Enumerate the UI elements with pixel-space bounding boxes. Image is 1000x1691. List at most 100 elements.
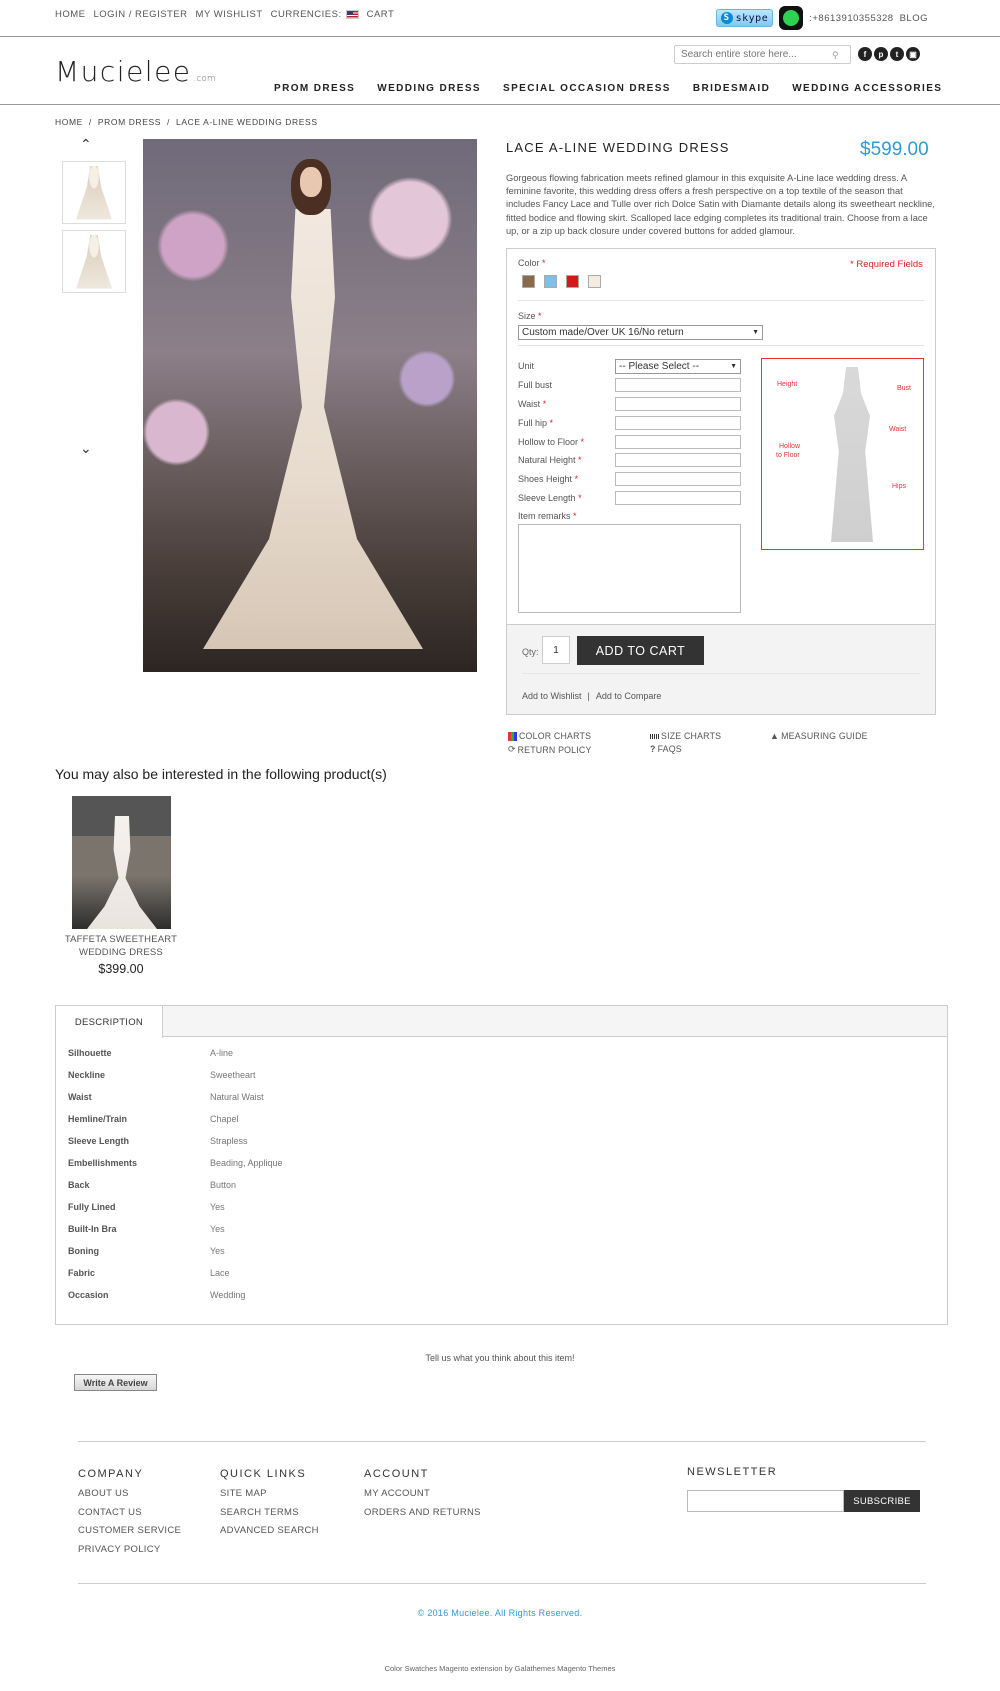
cart-link[interactable]: CART — [367, 9, 395, 20]
whatsapp-icon[interactable] — [779, 6, 804, 30]
top-bar: HOME LOGIN / REGISTER MY WISHLIST CURREN… — [0, 0, 1000, 37]
item-remarks-textarea[interactable] — [518, 524, 741, 613]
nav-special-occasion-dress[interactable]: SPECIAL OCCASION DRESS — [503, 83, 671, 94]
dress-shape — [87, 816, 157, 929]
footer-company: COMPANY ABOUT US CONTACT US CUSTOMER SER… — [78, 1468, 181, 1562]
site-logo[interactable]: Mucielee .com — [55, 55, 216, 88]
nav-wedding-dress[interactable]: WEDDING DRESS — [377, 83, 481, 94]
top-links: HOME LOGIN / REGISTER MY WISHLIST CURREN… — [55, 9, 394, 20]
attribute-value: Sweetheart — [210, 1070, 256, 1080]
natural-height-label: Natural Height * — [518, 455, 582, 465]
main-product-image[interactable] — [143, 139, 477, 672]
nav-prom-dress[interactable]: PROM DRESS — [274, 83, 355, 94]
thumbnail-back[interactable] — [62, 230, 126, 293]
chevron-down-icon[interactable]: ⌄ — [80, 440, 92, 457]
related-product-image[interactable] — [72, 796, 171, 929]
size-value: Custom made/Over UK 16/No return — [522, 327, 684, 338]
thumbnail-front[interactable] — [62, 161, 126, 224]
newsletter-email-input[interactable] — [687, 1490, 844, 1512]
waist-input[interactable] — [615, 397, 741, 411]
chart-label-hips: Hips — [892, 483, 907, 490]
size-charts-link[interactable]: SIZE CHARTS — [650, 731, 721, 741]
related-product-name[interactable]: TAFFETA SWEETHEART WEDDING DRESS — [56, 933, 186, 959]
facebook-icon[interactable]: f — [858, 47, 872, 61]
pinterest-icon[interactable]: p — [874, 47, 888, 61]
breadcrumb-separator: / — [88, 117, 92, 127]
wishlist-link[interactable]: MY WISHLIST — [196, 9, 263, 20]
footer-link-about-us[interactable]: ABOUT US — [78, 1488, 181, 1499]
nav-bridesmaid[interactable]: BRIDESMAID — [693, 83, 770, 94]
footer-link-orders-returns[interactable]: ORDERS AND RETURNS — [364, 1507, 481, 1518]
us-flag-icon — [345, 10, 359, 19]
natural-height-label-text: Natural Height — [518, 455, 576, 465]
breadcrumb-separator: / — [167, 117, 170, 127]
shoes-height-input[interactable] — [615, 472, 741, 486]
home-link[interactable]: HOME — [55, 9, 86, 20]
sleeve-length-input[interactable] — [615, 491, 741, 505]
twitter-icon[interactable]: t — [890, 47, 904, 61]
natural-height-input[interactable] — [615, 453, 741, 467]
attribute-value: Chapel — [210, 1114, 239, 1124]
skype-button[interactable]: Sskype — [715, 9, 774, 27]
breadcrumb-prom-dress[interactable]: PROM DRESS — [98, 117, 161, 127]
cart-links: Add to Wishlist | Add to Compare — [522, 691, 661, 701]
footer-divider — [78, 1583, 926, 1584]
color-label: Color * — [518, 258, 546, 268]
nav-wedding-accessories[interactable]: WEDDING ACCESSORIES — [792, 83, 942, 94]
footer-link-customer-service[interactable]: CUSTOMER SERVICE — [78, 1525, 181, 1536]
sleeve-length-label-text: Sleeve Length — [518, 493, 576, 503]
dress-shape — [203, 209, 423, 649]
color-charts-link[interactable]: COLOR CHARTS — [508, 731, 591, 741]
footer-divider — [78, 1441, 926, 1442]
add-to-cart-button[interactable]: ADD TO CART — [577, 636, 704, 665]
full-hip-input[interactable] — [615, 416, 741, 430]
required-asterisk: * — [573, 511, 577, 521]
required-asterisk: * — [578, 493, 582, 503]
instagram-icon[interactable]: ▣ — [906, 47, 920, 61]
swatch-2[interactable] — [544, 275, 557, 288]
add-to-compare-link[interactable]: Add to Compare — [596, 691, 662, 701]
footer-link-contact-us[interactable]: CONTACT US — [78, 1507, 181, 1518]
hollow-to-floor-input[interactable] — [615, 435, 741, 449]
attribute-key: Waist — [68, 1092, 92, 1102]
copyright: © 2016 Mucielee. All Rights Reserved. — [417, 1608, 583, 1618]
return-policy-label: RETURN POLICY — [517, 744, 592, 755]
swatch-4[interactable] — [588, 275, 601, 288]
search-icon[interactable]: ⚲ — [832, 50, 839, 61]
tab-description[interactable]: DESCRIPTION — [56, 1006, 163, 1038]
measuring-guide-link[interactable]: ▲ MEASURING GUIDE — [770, 731, 868, 741]
tab-bar — [56, 1006, 947, 1037]
search-input[interactable] — [674, 45, 851, 64]
unit-value: -- Please Select -- — [619, 361, 700, 372]
phone-number: :+8613910355328 — [809, 12, 894, 24]
footer-link-privacy-policy[interactable]: PRIVACY POLICY — [78, 1544, 181, 1555]
blog-link[interactable]: BLOG — [900, 13, 928, 24]
return-policy-link[interactable]: ⟳ RETURN POLICY — [508, 744, 592, 755]
attribute-row: Built-In Bra Yes — [68, 1224, 225, 1234]
unit-select[interactable]: -- Please Select -- ▼ — [615, 359, 741, 374]
swatch-3[interactable] — [566, 275, 579, 288]
subscribe-button[interactable]: SUBSCRIBE — [844, 1490, 920, 1512]
chart-label-bust: Bust — [897, 385, 912, 392]
size-select[interactable]: Custom made/Over UK 16/No return ▼ — [518, 325, 763, 340]
breadcrumb-home[interactable]: HOME — [55, 117, 83, 127]
footer-link-search-terms[interactable]: SEARCH TERMS — [220, 1507, 319, 1518]
question-icon: ? — [650, 744, 656, 754]
theme-credit[interactable]: Color Swatches Magento extension by Gala… — [0, 1664, 1000, 1673]
swatch-1[interactable] — [522, 275, 535, 288]
login-register-link[interactable]: LOGIN / REGISTER — [94, 9, 188, 20]
footer-account: ACCOUNT MY ACCOUNT ORDERS AND RETURNS — [364, 1468, 481, 1525]
currency-selector[interactable]: CURRENCIES: — [271, 9, 359, 20]
attribute-value: Wedding — [210, 1290, 246, 1300]
related-products-heading: You may also be interested in the follow… — [55, 766, 387, 782]
product-title: LACE A-LINE WEDDING DRESS — [506, 140, 730, 155]
footer-link-site-map[interactable]: SITE MAP — [220, 1488, 319, 1499]
qty-input[interactable]: 1 — [542, 636, 570, 664]
write-review-button[interactable]: Write A Review — [74, 1374, 157, 1391]
faqs-link[interactable]: ? FAQS — [650, 744, 682, 754]
footer-link-advanced-search[interactable]: ADVANCED SEARCH — [220, 1525, 319, 1536]
full-bust-input[interactable] — [615, 378, 741, 392]
chevron-up-icon[interactable]: ⌃ — [80, 136, 92, 153]
add-to-wishlist-link[interactable]: Add to Wishlist — [522, 691, 582, 701]
footer-link-my-account[interactable]: MY ACCOUNT — [364, 1488, 481, 1499]
